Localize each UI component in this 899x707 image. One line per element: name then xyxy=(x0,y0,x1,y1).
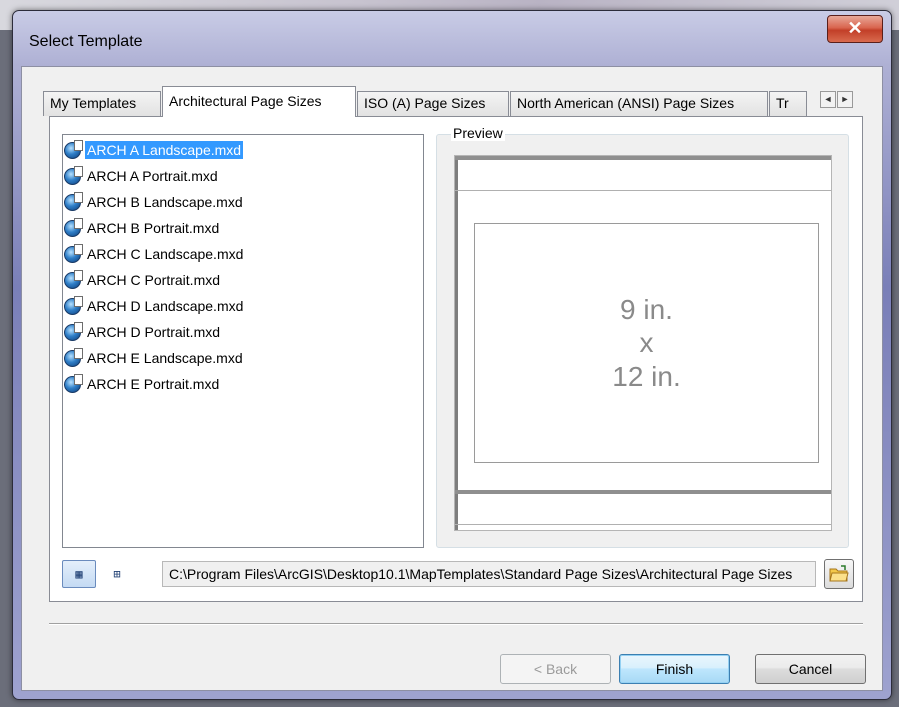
mxd-file-icon xyxy=(64,295,83,315)
list-item[interactable]: ARCH D Portrait.mxd xyxy=(64,319,222,345)
list-item[interactable]: ARCH C Portrait.mxd xyxy=(64,267,222,293)
browse-folder-button[interactable] xyxy=(824,559,854,589)
mxd-file-icon xyxy=(64,139,83,159)
mxd-file-icon xyxy=(64,243,83,263)
path-row: ▦ ⊞ C:\Program Files\ArcGIS\Desktop10.1\… xyxy=(62,559,854,589)
preview-group: Preview 9 in. x 12 in. xyxy=(436,125,849,548)
separator xyxy=(49,623,863,625)
preview-times-text: x xyxy=(639,327,654,359)
list-item-label: ARCH D Portrait.mxd xyxy=(87,324,221,340)
preview-width-text: 9 in. xyxy=(620,293,673,325)
list-view-icon: ▦ xyxy=(75,566,83,581)
list-item[interactable]: ARCH B Portrait.mxd xyxy=(64,215,221,241)
list-item[interactable]: ARCH A Portrait.mxd xyxy=(64,163,220,189)
back-button[interactable]: < Back xyxy=(500,654,611,684)
thumbnail-view-icon: ⊞ xyxy=(113,566,121,581)
list-item-label: ARCH C Portrait.mxd xyxy=(87,272,221,288)
title-bar[interactable]: Select Template ✕ xyxy=(13,11,891,50)
preview-label: Preview xyxy=(451,125,505,141)
close-icon: ✕ xyxy=(847,18,863,38)
list-item[interactable]: ARCH B Landscape.mxd xyxy=(64,189,245,215)
list-item-label: ARCH C Landscape.mxd xyxy=(87,246,244,262)
list-item[interactable]: ARCH C Landscape.mxd xyxy=(64,241,245,267)
thumbnail-view-button[interactable]: ⊞ xyxy=(100,560,134,588)
list-item-label: ARCH B Landscape.mxd xyxy=(87,194,243,210)
close-button[interactable]: ✕ xyxy=(827,15,883,43)
tab-my-templates[interactable]: My Templates xyxy=(43,91,161,116)
list-item-label: ARCH B Portrait.mxd xyxy=(87,220,220,236)
cancel-button[interactable]: Cancel xyxy=(755,654,866,684)
list-item-label: ARCH A Portrait.mxd xyxy=(87,168,218,184)
mxd-file-icon xyxy=(64,373,83,393)
tab-truncated[interactable]: Tr xyxy=(769,91,807,116)
tab-architectural-page-sizes[interactable]: Architectural Page Sizes xyxy=(162,86,356,117)
list-item[interactable]: ARCH A Landscape.mxd xyxy=(64,137,244,163)
scroll-left-icon[interactable]: ◄ xyxy=(820,91,836,108)
mxd-file-icon xyxy=(64,347,83,367)
list-item[interactable]: ARCH E Landscape.mxd xyxy=(64,345,245,371)
tab-panel: ARCH A Landscape.mxd ARCH A Portrait.mxd… xyxy=(49,116,863,602)
tab-north-american-ansi-page-sizes[interactable]: North American (ANSI) Page Sizes xyxy=(510,91,768,116)
preview-footer-rule xyxy=(455,490,831,494)
tab-iso-a-page-sizes[interactable]: ISO (A) Page Sizes xyxy=(357,91,509,116)
mxd-file-icon xyxy=(64,321,83,341)
finish-button[interactable]: Finish xyxy=(619,654,730,684)
list-item-label: ARCH D Landscape.mxd xyxy=(87,298,244,314)
preview-bottom-rule xyxy=(455,524,831,525)
dialog-title: Select Template xyxy=(29,33,143,50)
mxd-file-icon xyxy=(64,217,83,237)
template-path-field[interactable]: C:\Program Files\ArcGIS\Desktop10.1\MapT… xyxy=(162,561,816,587)
dialog-body: My Templates Architectural Page Sizes IS… xyxy=(21,66,883,691)
list-item-label: ARCH E Landscape.mxd xyxy=(87,350,243,366)
preview-header-rule xyxy=(455,190,831,191)
select-template-dialog: Select Template ✕ My Templates Architect… xyxy=(12,10,892,700)
list-view-button[interactable]: ▦ xyxy=(62,560,96,588)
tab-scroll-buttons: ◄ ► xyxy=(820,91,853,108)
preview-height-text: 12 in. xyxy=(612,360,681,392)
list-item-label: ARCH A Landscape.mxd xyxy=(85,141,244,159)
mxd-file-icon xyxy=(64,269,83,289)
list-item-label: ARCH E Portrait.mxd xyxy=(87,376,220,392)
preview-map-frame: 9 in. x 12 in. xyxy=(474,223,819,463)
list-item[interactable]: ARCH D Landscape.mxd xyxy=(64,293,245,319)
preview-page: 9 in. x 12 in. xyxy=(454,155,832,531)
open-folder-icon xyxy=(829,565,849,582)
preview-top-rule xyxy=(455,156,831,160)
template-list[interactable]: ARCH A Landscape.mxd ARCH A Portrait.mxd… xyxy=(62,134,424,548)
preview-left-border xyxy=(455,156,458,530)
mxd-file-icon xyxy=(64,165,83,185)
list-item[interactable]: ARCH E Portrait.mxd xyxy=(64,371,221,397)
mxd-file-icon xyxy=(64,191,83,211)
scroll-right-icon[interactable]: ► xyxy=(837,91,853,108)
